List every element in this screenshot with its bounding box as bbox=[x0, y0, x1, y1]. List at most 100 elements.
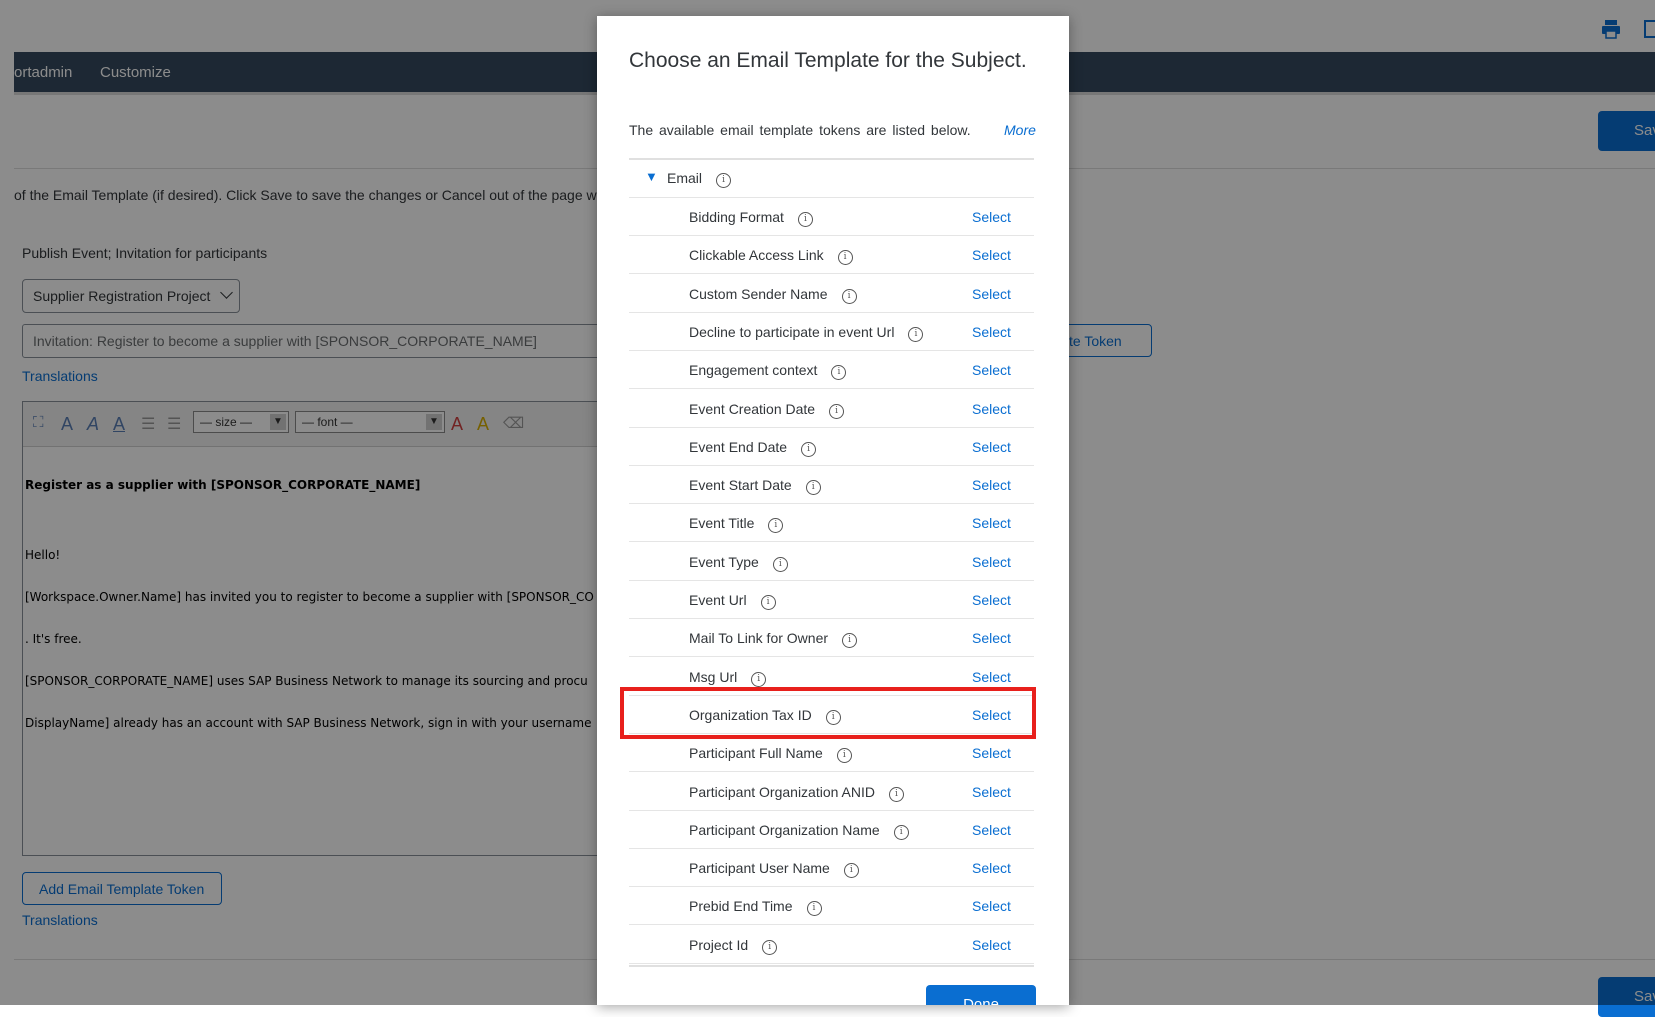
token-label: Event End Date i bbox=[689, 438, 817, 457]
token-label-text: Mail To Link for Owner bbox=[689, 630, 829, 647]
token-label-text: Decline to participate in event Url bbox=[689, 323, 895, 340]
token-label: Bidding Format i bbox=[689, 209, 813, 227]
select-link[interactable]: Select bbox=[972, 439, 1011, 455]
select-link[interactable]: Select bbox=[972, 745, 1011, 761]
info-icon[interactable]: i bbox=[751, 671, 767, 687]
info-icon[interactable]: i bbox=[893, 824, 909, 840]
token-label: Participant Organization ANID i bbox=[689, 784, 904, 802]
info-icon[interactable]: i bbox=[843, 863, 859, 879]
select-link[interactable]: Select bbox=[972, 860, 1011, 876]
info-icon[interactable]: i bbox=[841, 288, 857, 304]
info-icon[interactable]: i bbox=[836, 748, 852, 764]
done-button[interactable]: Done bbox=[926, 985, 1036, 1005]
info-icon[interactable]: i bbox=[831, 365, 847, 381]
token-label: Mail To Link for Owner i bbox=[689, 630, 858, 649]
token-label-text: Participant User Name bbox=[689, 860, 830, 877]
token-label: Event Creation Date i bbox=[689, 400, 845, 419]
info-icon[interactable]: i bbox=[806, 901, 822, 917]
dialog-title: Choose an Email Template for the Subject… bbox=[629, 49, 1027, 72]
token-label-text: Project Id bbox=[689, 936, 749, 953]
token-label-text: Event Url bbox=[689, 592, 747, 608]
token-label: Engagement context i bbox=[689, 362, 847, 381]
info-icon[interactable]: i bbox=[805, 480, 821, 496]
token-label-text: Event End Date bbox=[689, 438, 788, 455]
token-label: Event Type i bbox=[689, 554, 788, 572]
info-icon[interactable]: i bbox=[716, 173, 732, 188]
token-row: Event Title i Select bbox=[629, 504, 1034, 543]
token-label-text: Bidding Format bbox=[689, 209, 784, 225]
select-link[interactable]: Select bbox=[972, 515, 1011, 531]
token-label-text: Participant Organization Name bbox=[689, 821, 880, 838]
select-link[interactable]: Select bbox=[972, 209, 1011, 225]
info-icon[interactable]: i bbox=[837, 250, 853, 266]
token-row: Bidding Format i Select bbox=[629, 198, 1034, 236]
info-icon[interactable]: i bbox=[908, 326, 924, 342]
select-link[interactable]: Select bbox=[972, 592, 1011, 608]
collapse-triangle-icon[interactable]: ▼ bbox=[645, 169, 658, 184]
select-link[interactable]: Select bbox=[972, 401, 1011, 417]
group-row-email[interactable]: ▼ Email i bbox=[629, 160, 1034, 198]
token-label: Custom Sender Name i bbox=[689, 286, 857, 304]
select-link[interactable]: Select bbox=[972, 937, 1011, 953]
select-link[interactable]: Select bbox=[972, 669, 1011, 685]
token-row: Event Url i Select bbox=[629, 581, 1034, 619]
token-row: Mail To Link for Owner i Select bbox=[629, 619, 1034, 658]
email-template-dialog: Choose an Email Template for the Subject… bbox=[597, 16, 1069, 1005]
token-label-text: Participant Full Name bbox=[689, 745, 823, 762]
info-icon[interactable]: i bbox=[760, 595, 776, 610]
token-row: Decline to participate in event Url i Sele… bbox=[629, 313, 1034, 351]
info-icon[interactable]: i bbox=[888, 786, 904, 802]
token-label-text: Msg Url bbox=[689, 668, 738, 685]
info-icon[interactable]: i bbox=[829, 403, 845, 419]
select-link[interactable]: Select bbox=[972, 784, 1011, 800]
group-label: Email i bbox=[667, 170, 732, 188]
token-label: Project Id i bbox=[689, 936, 778, 955]
token-label-text: Event Title bbox=[689, 515, 755, 532]
token-row: Prebid End Time i Select bbox=[629, 887, 1034, 926]
select-link[interactable]: Select bbox=[972, 822, 1011, 838]
group-label-text: Email bbox=[667, 170, 703, 186]
token-row: Participant Full Name i Select bbox=[629, 734, 1034, 773]
token-label: Clickable Access Link i bbox=[689, 247, 853, 266]
dialog-description: The available email template tokens are … bbox=[629, 122, 971, 138]
token-label: Participant User Name i bbox=[689, 860, 859, 879]
token-label-text: Event Creation Date bbox=[689, 400, 816, 417]
select-link[interactable]: Select bbox=[972, 286, 1011, 302]
token-label: Event Url i bbox=[689, 592, 776, 610]
token-row: Clickable Access Link i Select bbox=[629, 236, 1034, 275]
select-link[interactable]: Select bbox=[972, 247, 1011, 263]
select-link[interactable]: Select bbox=[972, 362, 1011, 378]
token-label: Event Start Date i bbox=[689, 477, 821, 496]
select-link[interactable]: Select bbox=[972, 630, 1011, 646]
token-label: Participant Full Name i bbox=[689, 745, 852, 764]
info-icon[interactable]: i bbox=[762, 939, 778, 955]
info-icon[interactable]: i bbox=[772, 556, 788, 572]
token-label-text: Prebid End Time bbox=[689, 898, 793, 915]
info-icon[interactable]: i bbox=[797, 212, 813, 227]
token-row: Event Creation Date i Select bbox=[629, 390, 1034, 428]
token-label: Participant Organization Name i bbox=[689, 822, 909, 840]
token-label: Prebid End Time i bbox=[689, 898, 822, 917]
divider bbox=[629, 965, 1034, 967]
select-link[interactable]: Select bbox=[972, 554, 1011, 570]
token-label: Decline to participate in event Url i bbox=[689, 323, 924, 342]
token-row: Event Start Date i Select bbox=[629, 466, 1034, 505]
info-icon[interactable]: i bbox=[768, 518, 784, 534]
token-label: Msg Url i bbox=[689, 668, 767, 687]
token-row: Custom Sender Name i Select bbox=[629, 275, 1034, 313]
select-link[interactable]: Select bbox=[972, 477, 1011, 493]
token-row: Event End Date i Select bbox=[629, 428, 1034, 466]
select-link[interactable]: Select bbox=[972, 898, 1011, 914]
select-link[interactable]: Select bbox=[972, 324, 1011, 340]
token-row: Project Id i Select bbox=[629, 926, 1034, 964]
token-row: Participant User Name i Select bbox=[629, 849, 1034, 888]
more-link[interactable]: More bbox=[1004, 122, 1036, 138]
token-row: Participant Organization ANID i Select bbox=[629, 773, 1034, 811]
token-label-text: Clickable Access Link bbox=[689, 247, 824, 264]
info-icon[interactable]: i bbox=[842, 633, 858, 649]
token-label-text: Participant Organization ANID bbox=[689, 783, 875, 800]
token-row: Engagement context i Select bbox=[629, 351, 1034, 390]
highlight-box bbox=[620, 687, 1036, 739]
token-label-text: Custom Sender Name bbox=[689, 285, 828, 302]
info-icon[interactable]: i bbox=[801, 441, 817, 457]
